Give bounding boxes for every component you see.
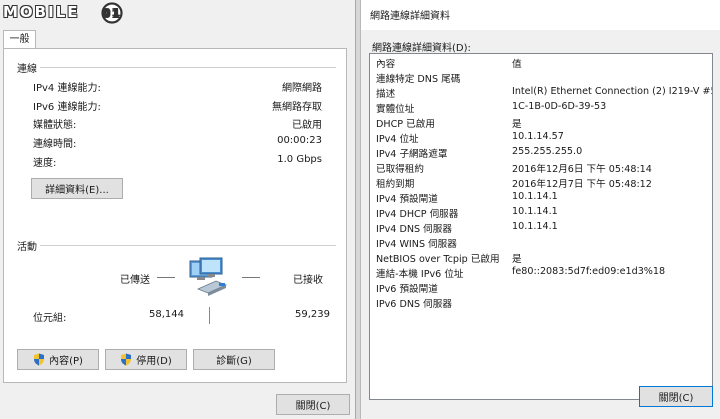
details-list[interactable]: 內容 值 連線特定 DNS 尾碼 描述 Intel(R) Ethernet Con… — [369, 53, 713, 400]
list-item[interactable]: IPv4 DNS 伺服器 10.1.14.1 — [370, 221, 712, 236]
list-header: 內容 值 — [370, 56, 712, 71]
list-item[interactable]: NetBIOS over Tcpip 已啟用是 — [370, 251, 712, 266]
list-item[interactable]: 連線特定 DNS 尾碼 — [370, 71, 712, 86]
watermark-logo: MOBILE 01 — [3, 1, 153, 24]
list-item[interactable]: IPv4 位址 10.1.14.57 — [370, 131, 712, 146]
list-item[interactable]: 租約到期 2016年12月7日 下午 05:48:12 — [370, 176, 712, 191]
list-item[interactable]: IPv6 DNS 伺服器 — [370, 296, 712, 311]
list-item[interactable]: IPv4 WINS 伺服器 — [370, 236, 712, 251]
section-divider — [40, 67, 336, 68]
tab-general[interactable]: 一般 — [3, 30, 36, 50]
window-title: 網路連線詳細資料 — [370, 11, 450, 22]
column-header-property[interactable]: 內容 — [376, 56, 395, 70]
duration-value: 00:00:23 — [277, 135, 322, 146]
ipv4-connectivity-label: IPv4 連線能力: — [33, 83, 101, 94]
disable-button[interactable]: 停用(D) — [105, 349, 187, 370]
received-label: 已接收 — [293, 275, 323, 286]
column-header-value[interactable]: 值 — [512, 56, 522, 70]
sent-label: 已傳送 — [120, 275, 150, 286]
diagnose-button[interactable]: 診斷(G) — [193, 349, 275, 370]
speed-value: 1.0 Gbps — [277, 154, 322, 165]
list-item[interactable]: IPv4 子網路遮罩 255.255.255.0 — [370, 146, 712, 161]
ipv6-connectivity-value: 無網路存取 — [272, 102, 322, 113]
list-item[interactable]: IPv6 預設閘道 — [370, 281, 712, 296]
list-item[interactable]: IPv4 預設閘道 10.1.14.1 — [370, 191, 712, 206]
list-item[interactable]: 描述 Intel(R) Ethernet Connection (2) I219-… — [370, 86, 712, 101]
activity-section-heading: 活動 — [17, 242, 37, 253]
section-divider — [40, 245, 336, 246]
ipv4-connectivity-value: 網際網路 — [282, 83, 322, 94]
network-computers-icon — [189, 257, 228, 296]
close-button[interactable]: 關閉(C) — [276, 394, 350, 415]
ipv6-connectivity-label: IPv6 連線能力: — [33, 102, 101, 113]
details-button[interactable]: 詳細資料(E)... — [31, 178, 123, 199]
uac-shield-icon — [34, 353, 45, 366]
properties-button-label: 內容(P) — [49, 356, 83, 367]
media-state-label: 媒體狀態: — [33, 120, 77, 131]
received-line — [242, 277, 260, 278]
status-dialog: MOBILE 01 一般 連線 IPv4 連線能力: 網際網路 IPv6 連線能… — [0, 0, 356, 419]
svg-text:01: 01 — [102, 7, 121, 20]
list-item[interactable]: DHCP 已啟用是 — [370, 116, 712, 131]
bytes-sent-value: 58,144 — [149, 309, 184, 320]
list-item[interactable]: 連結-本機 IPv6 位址 fe80::2083:5d7f:ed09:e1d3%1… — [370, 266, 712, 281]
disable-button-label: 停用(D) — [136, 356, 172, 367]
network-connection-details-dialog: 網路連線詳細資料 網路連線詳細資料(D): 內容 值 連線特定 DNS 尾碼 描… — [360, 0, 720, 419]
dialog-body: 網路連線詳細資料(D): 內容 值 連線特定 DNS 尾碼 描述 Intel(R)… — [361, 30, 720, 419]
media-state-value: 已啟用 — [292, 120, 322, 131]
bytes-divider — [209, 307, 210, 324]
logo-mark-icon: 01 — [101, 2, 123, 24]
bytes-label: 位元組: — [33, 313, 67, 324]
sent-line — [157, 277, 175, 278]
list-item[interactable]: 已取得租約 2016年12月6日 下午 05:48:14 — [370, 161, 712, 176]
general-tab-panel: 連線 IPv4 連線能力: 網際網路 IPv6 連線能力: 無網路存取 媒體狀態… — [3, 48, 347, 383]
speed-label: 速度: — [33, 158, 57, 169]
uac-shield-icon — [121, 353, 132, 366]
properties-button[interactable]: 內容(P) — [17, 349, 99, 370]
details-list-label: 網路連線詳細資料(D): — [372, 43, 471, 54]
duration-label: 連線時間: — [33, 139, 77, 150]
list-item[interactable]: 實體位址 1C-1B-0D-6D-39-53 — [370, 101, 712, 116]
list-item[interactable]: IPv4 DHCP 伺服器 10.1.14.1 — [370, 206, 712, 221]
bytes-received-value: 59,239 — [295, 309, 330, 320]
close-button[interactable]: 關閉(C) — [639, 386, 713, 407]
connection-section-heading: 連線 — [17, 64, 37, 75]
